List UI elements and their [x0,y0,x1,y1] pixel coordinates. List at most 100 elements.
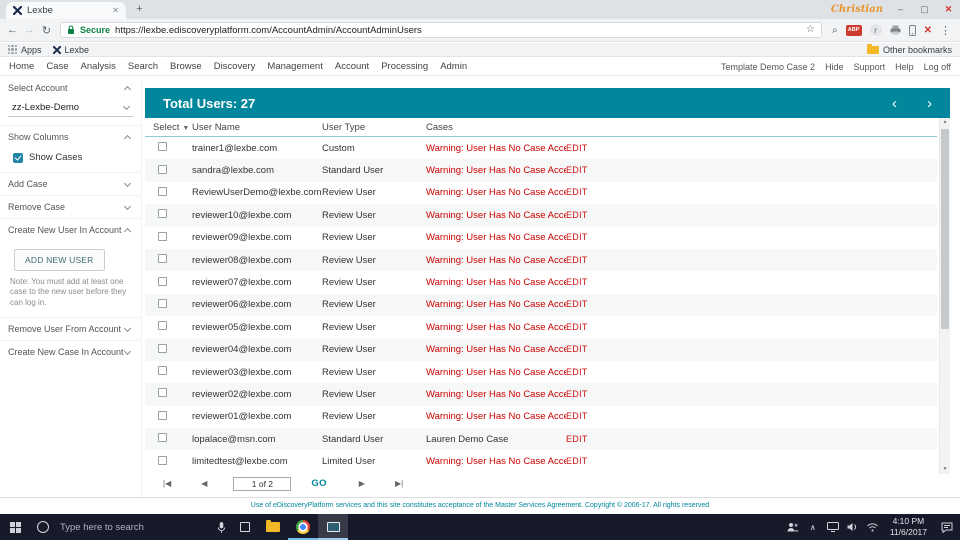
file-explorer-button[interactable] [258,514,288,540]
nav-item[interactable]: Processing [381,61,428,72]
taskbar-search[interactable]: Type here to search [60,522,210,533]
new-tab-button[interactable]: + [132,3,147,16]
edit-link[interactable]: EDIT [566,322,588,332]
row-checkbox[interactable] [158,254,167,264]
start-button[interactable] [0,514,30,540]
sidebar-section-create-new-case[interactable]: Create New Case In Account [0,340,141,363]
nav-item[interactable]: Browse [170,61,202,72]
edit-link[interactable]: EDIT [566,255,588,265]
hidden-icons-button[interactable]: ∧ [803,514,823,540]
row-checkbox[interactable] [158,433,167,443]
row-checkbox[interactable] [158,164,167,174]
other-bookmarks[interactable]: Other bookmarks [866,43,952,55]
row-checkbox[interactable] [158,388,167,398]
table-scrollbar[interactable]: ▲ ▼ [939,118,950,474]
forward-icon[interactable]: → [21,24,38,36]
mobile-icon[interactable] [908,24,916,36]
row-checkbox[interactable] [158,142,167,152]
show-cases-checkbox[interactable]: Show Cases [0,148,141,172]
nav-item[interactable]: Case [46,61,68,72]
first-page-button[interactable]: |◀ [163,480,171,488]
address-bar[interactable]: Secure https://lexbe.ediscoveryplatform.… [60,22,822,38]
task-view-button[interactable] [232,514,258,540]
nav-right-item[interactable]: Help [895,62,914,72]
next-page-button[interactable]: ▶ [359,480,365,488]
nav-right-item[interactable]: Hide [825,62,844,72]
window-minimize-button[interactable]: – [894,5,907,14]
edit-link[interactable]: EDIT [566,434,588,444]
nav-right-item[interactable]: Support [854,62,886,72]
go-button[interactable]: GO [311,479,326,489]
nav-item[interactable]: Discovery [214,61,256,72]
add-new-user-button[interactable]: ADD NEW USER [14,249,105,271]
window-close-button[interactable]: ✕ [942,5,955,14]
nav-right-item[interactable]: Template Demo Case 2 [721,62,815,72]
microphone-button[interactable] [210,514,232,540]
sidebar-section-remove-case[interactable]: Remove Case [0,195,141,218]
row-checkbox[interactable] [158,298,167,308]
scrollbar-thumb[interactable] [941,129,949,329]
sidebar-section-create-new-user[interactable]: Create New User In Account [0,218,141,241]
sidebar-section-select-account[interactable]: Select Account [0,77,141,99]
page-number-input[interactable]: 1 of 2 [233,477,292,491]
apps-bookmark[interactable]: Apps [8,45,42,55]
action-center-button[interactable] [934,514,960,540]
browser-menu-icon[interactable]: ⋮ [940,24,951,37]
printer-icon[interactable] [890,25,901,35]
display-tray-button[interactable] [823,514,843,540]
back-icon[interactable]: ← [4,24,21,36]
edit-link[interactable]: EDIT [566,299,588,309]
profile-name[interactable]: Christian [831,4,883,15]
header-next-icon[interactable]: › [927,96,932,111]
row-checkbox[interactable] [158,455,167,465]
edit-link[interactable]: EDIT [566,277,588,287]
account-select[interactable]: zz-Lexbe-Demo [8,99,133,117]
edit-link[interactable]: EDIT [566,411,588,421]
browser-tab[interactable]: Lexbe ✕ [6,2,126,19]
window-maximize-button[interactable]: ▢ [918,5,931,14]
row-checkbox[interactable] [158,276,167,286]
nav-item[interactable]: Search [128,61,158,72]
url-text[interactable]: https://lexbe.ediscoveryplatform.com/Acc… [115,25,801,36]
adblock-extension-icon[interactable]: ABP [845,24,862,36]
nav-right-item[interactable]: Log off [924,62,951,72]
edit-link[interactable]: EDIT [566,143,588,153]
header-prev-icon[interactable]: ‹ [892,96,897,111]
chrome-taskbar-button[interactable] [288,514,318,540]
search-extension-icon[interactable]: ⌕ [832,25,838,36]
edit-link[interactable]: EDIT [566,456,588,466]
edit-link[interactable]: EDIT [566,389,588,399]
prev-page-button[interactable]: ◀ [201,480,207,488]
cortana-button[interactable] [30,514,56,540]
network-tray-button[interactable] [863,514,883,540]
row-checkbox[interactable] [158,209,167,219]
refresh-icon[interactable]: ↻ [38,24,55,37]
row-checkbox[interactable] [158,410,167,420]
nav-item[interactable]: Home [9,61,34,72]
nav-item[interactable]: Admin [440,61,467,72]
row-checkbox[interactable] [158,231,167,241]
active-app-button[interactable] [318,514,348,540]
scroll-up-icon[interactable]: ▲ [940,118,950,127]
edit-link[interactable]: EDIT [566,165,588,175]
sidebar-section-add-case[interactable]: Add Case [0,172,141,195]
edit-link[interactable]: EDIT [566,187,588,197]
last-page-button[interactable]: ▶| [395,480,403,488]
bookmark-star-icon[interactable]: ☆ [806,25,815,35]
sidebar-section-remove-user[interactable]: Remove User From Account [0,317,141,340]
edit-link[interactable]: EDIT [566,210,588,220]
volume-tray-button[interactable] [843,514,863,540]
sidebar-section-show-columns[interactable]: Show Columns [0,125,141,148]
row-checkbox[interactable] [158,321,167,331]
people-button[interactable] [783,514,803,540]
nav-item[interactable]: Analysis [81,61,116,72]
edit-link[interactable]: EDIT [566,344,588,354]
close-extension-icon[interactable]: ✕ [924,25,932,36]
row-checkbox[interactable] [158,343,167,353]
taskbar-clock[interactable]: 4:10 PM 11/6/2017 [890,516,927,537]
edit-link[interactable]: EDIT [566,232,588,242]
lexbe-bookmark[interactable]: Lexbe [52,45,89,55]
tab-close-icon[interactable]: ✕ [112,6,119,15]
nav-item[interactable]: Account [335,61,369,72]
column-select[interactable]: Select ▼ [145,122,192,133]
